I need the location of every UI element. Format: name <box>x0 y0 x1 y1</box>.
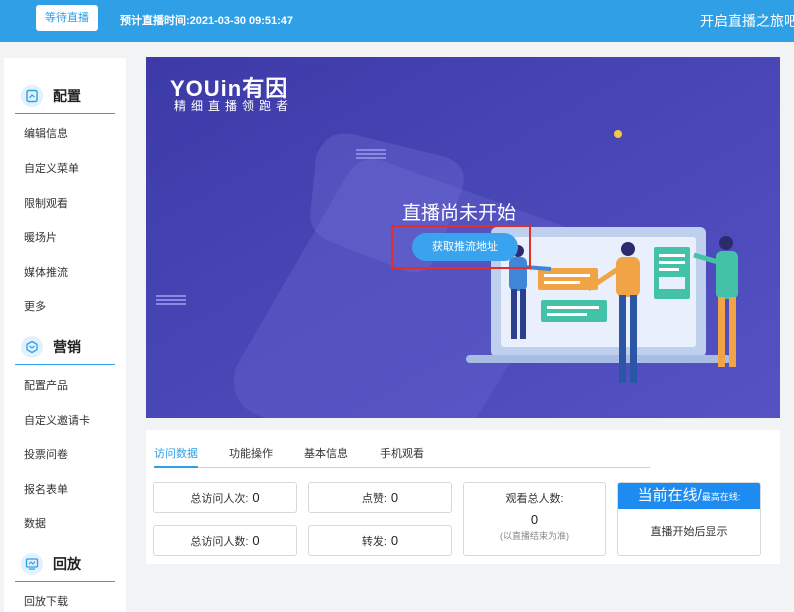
marketing-icon <box>21 336 43 358</box>
config-icon <box>21 85 43 107</box>
stat-shares: 转发: 0 <box>308 525 452 556</box>
stat-total-visits: 总访问人次: 0 <box>153 482 297 513</box>
stat-label: 观看总人数: <box>505 493 564 505</box>
sidebar-section-config: 配置 <box>15 78 115 114</box>
stat-value: 0 <box>252 490 260 505</box>
stat-value: 0 <box>390 533 399 548</box>
sidebar-item-vote-survey[interactable]: 投票问卷 <box>24 447 68 463</box>
sidebar-section-title: 回放 <box>53 556 81 572</box>
stat-label: 转发: <box>361 535 387 548</box>
stat-likes: 点赞: 0 <box>308 482 452 513</box>
top-bar: 等待直播 预计直播时间:2021-03-30 09:51:47 开启直播之旅吧 <box>0 0 794 42</box>
playback-icon <box>21 553 43 575</box>
sidebar-item-warmup-video[interactable]: 暖场片 <box>24 230 57 246</box>
active-tab-indicator <box>154 466 198 468</box>
sidebar-item-signup-form[interactable]: 报名表单 <box>24 482 68 498</box>
brand-tagline: 精细直播领跑者 <box>174 99 294 113</box>
stat-note: (以直播结束为准) <box>500 531 569 541</box>
sidebar-item-restrict-viewing[interactable]: 限制观看 <box>24 196 68 212</box>
online-title: 当前在线/ <box>637 487 702 504</box>
live-status-badge: 等待直播 <box>36 5 98 31</box>
sidebar-item-more[interactable]: 更多 <box>24 299 46 315</box>
tab-function-ops[interactable]: 功能操作 <box>229 430 273 478</box>
sidebar-item-playback-download[interactable]: 回放下载 <box>24 594 68 610</box>
online-count-card: 当前在线/最高在线: 直播开始后显示 <box>617 482 761 556</box>
sidebar-item-invite-card[interactable]: 自定义邀请卡 <box>24 413 90 429</box>
tab-bar: 访问数据 功能操作 基本信息 手机观看 <box>154 430 650 468</box>
online-note: 直播开始后显示 <box>650 526 728 538</box>
sidebar-item-configure-products[interactable]: 配置产品 <box>24 378 68 394</box>
sidebar: 配置 编辑信息 自定义菜单 限制观看 暖场片 媒体推流 更多 营销 配置产品 自… <box>4 58 126 612</box>
online-title-suffix: 最高在线: <box>701 492 741 502</box>
stat-label: 点赞: <box>361 492 387 505</box>
get-stream-url-button[interactable]: 获取推流地址 <box>412 233 518 261</box>
data-panel: 访问数据 功能操作 基本信息 手机观看 总访问人次: 0 点赞: 0 总访问人数… <box>146 430 780 564</box>
stat-value: 0 <box>252 533 260 548</box>
tab-visit-data[interactable]: 访问数据 <box>154 430 198 478</box>
tab-basic-info[interactable]: 基本信息 <box>304 430 348 478</box>
live-banner: YOUin有因 精细直播领跑者 直播尚未开始 获取推流地址 <box>146 57 780 418</box>
planned-live-time: 预计直播时间:2021-03-30 09:51:47 <box>120 15 294 27</box>
sidebar-section-playback: 回放 <box>15 546 115 582</box>
stat-total-viewers: 观看总人数: 0 (以直播结束为准) <box>463 482 606 556</box>
sidebar-item-custom-menu[interactable]: 自定义菜单 <box>24 161 79 177</box>
header-slogan: 开启直播之旅吧 <box>700 13 794 29</box>
stat-value: 0 <box>530 512 539 527</box>
stat-label: 总访问人数: <box>190 535 249 548</box>
sidebar-item-data[interactable]: 数据 <box>24 516 46 532</box>
stat-label: 总访问人次: <box>190 492 249 505</box>
sidebar-section-title: 营销 <box>53 339 81 355</box>
sidebar-item-media-push[interactable]: 媒体推流 <box>24 265 68 281</box>
sidebar-section-marketing: 营销 <box>15 329 115 365</box>
live-not-started-text: 直播尚未开始 <box>402 203 517 224</box>
sidebar-item-edit-info[interactable]: 编辑信息 <box>24 126 68 142</box>
sidebar-section-title: 配置 <box>53 88 81 104</box>
stat-total-visitors: 总访问人数: 0 <box>153 525 297 556</box>
tab-mobile-view[interactable]: 手机观看 <box>380 430 424 478</box>
stat-value: 0 <box>390 490 399 505</box>
online-card-header: 当前在线/最高在线: <box>618 483 760 509</box>
